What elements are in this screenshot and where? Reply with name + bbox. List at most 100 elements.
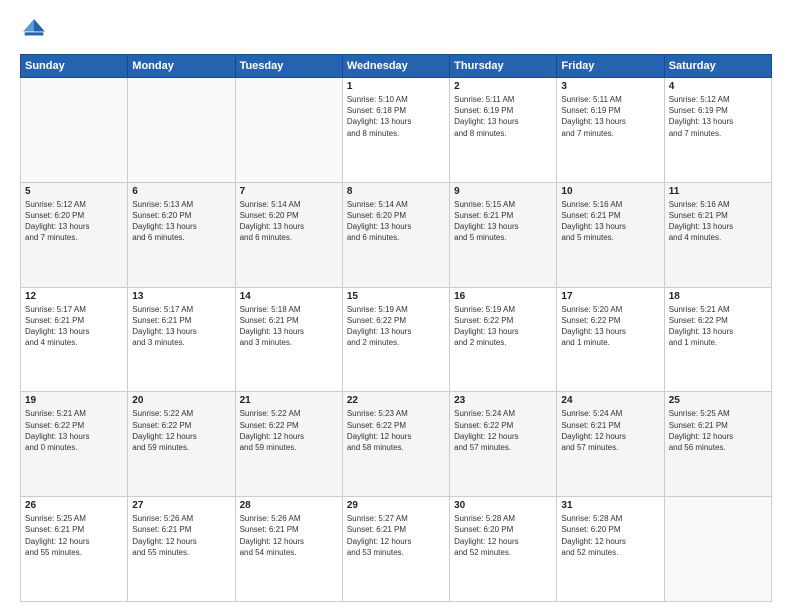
calendar-cell: 22 Sunrise: 5:23 AM Sunset: 6:22 PM Dayli… [342, 392, 449, 497]
cell-content: Sunrise: 5:17 AM Sunset: 6:21 PM Dayligh… [25, 304, 123, 349]
cell-content: Sunrise: 5:20 AM Sunset: 6:22 PM Dayligh… [561, 304, 659, 349]
calendar-cell: 17 Sunrise: 5:20 AM Sunset: 6:22 PM Dayli… [557, 287, 664, 392]
cell-content: Sunrise: 5:22 AM Sunset: 6:22 PM Dayligh… [240, 408, 338, 453]
day-number: 19 [25, 395, 123, 406]
logo [20, 16, 52, 44]
day-number: 6 [132, 186, 230, 197]
calendar-cell: 20 Sunrise: 5:22 AM Sunset: 6:22 PM Dayli… [128, 392, 235, 497]
cell-content: Sunrise: 5:15 AM Sunset: 6:21 PM Dayligh… [454, 199, 552, 244]
day-number: 22 [347, 395, 445, 406]
day-number: 30 [454, 500, 552, 511]
calendar-cell [664, 497, 771, 602]
calendar-cell: 13 Sunrise: 5:17 AM Sunset: 6:21 PM Dayli… [128, 287, 235, 392]
calendar-cell: 23 Sunrise: 5:24 AM Sunset: 6:22 PM Dayli… [450, 392, 557, 497]
day-number: 18 [669, 291, 767, 302]
logo-icon [20, 16, 48, 44]
day-header-thursday: Thursday [450, 55, 557, 78]
day-header-friday: Friday [557, 55, 664, 78]
day-number: 4 [669, 81, 767, 92]
cell-content: Sunrise: 5:10 AM Sunset: 6:18 PM Dayligh… [347, 94, 445, 139]
day-number: 27 [132, 500, 230, 511]
cell-content: Sunrise: 5:11 AM Sunset: 6:19 PM Dayligh… [561, 94, 659, 139]
day-number: 17 [561, 291, 659, 302]
calendar-cell: 5Sunrise: 5:12 AM Sunset: 6:20 PM Daylig… [21, 182, 128, 287]
cell-content: Sunrise: 5:11 AM Sunset: 6:19 PM Dayligh… [454, 94, 552, 139]
day-header-monday: Monday [128, 55, 235, 78]
cell-content: Sunrise: 5:14 AM Sunset: 6:20 PM Dayligh… [240, 199, 338, 244]
day-number: 28 [240, 500, 338, 511]
day-number: 12 [25, 291, 123, 302]
calendar-week-2: 5Sunrise: 5:12 AM Sunset: 6:20 PM Daylig… [21, 182, 772, 287]
day-number: 20 [132, 395, 230, 406]
calendar-cell: 3Sunrise: 5:11 AM Sunset: 6:19 PM Daylig… [557, 78, 664, 183]
day-number: 13 [132, 291, 230, 302]
calendar-cell: 1Sunrise: 5:10 AM Sunset: 6:18 PM Daylig… [342, 78, 449, 183]
header [20, 16, 772, 44]
cell-content: Sunrise: 5:28 AM Sunset: 6:20 PM Dayligh… [454, 513, 552, 558]
cell-content: Sunrise: 5:22 AM Sunset: 6:22 PM Dayligh… [132, 408, 230, 453]
day-number: 26 [25, 500, 123, 511]
cell-content: Sunrise: 5:16 AM Sunset: 6:21 PM Dayligh… [561, 199, 659, 244]
day-number: 23 [454, 395, 552, 406]
day-number: 24 [561, 395, 659, 406]
cell-content: Sunrise: 5:28 AM Sunset: 6:20 PM Dayligh… [561, 513, 659, 558]
day-number: 10 [561, 186, 659, 197]
cell-content: Sunrise: 5:24 AM Sunset: 6:22 PM Dayligh… [454, 408, 552, 453]
cell-content: Sunrise: 5:19 AM Sunset: 6:22 PM Dayligh… [454, 304, 552, 349]
calendar-cell: 8 Sunrise: 5:14 AM Sunset: 6:20 PM Daylig… [342, 182, 449, 287]
calendar-header-row: SundayMondayTuesdayWednesdayThursdayFrid… [21, 55, 772, 78]
calendar-week-4: 19 Sunrise: 5:21 AM Sunset: 6:22 PM Dayli… [21, 392, 772, 497]
calendar-cell: 10 Sunrise: 5:16 AM Sunset: 6:21 PM Dayli… [557, 182, 664, 287]
calendar-cell: 16 Sunrise: 5:19 AM Sunset: 6:22 PM Dayli… [450, 287, 557, 392]
day-number: 25 [669, 395, 767, 406]
cell-content: Sunrise: 5:24 AM Sunset: 6:21 PM Dayligh… [561, 408, 659, 453]
calendar-cell: 12 Sunrise: 5:17 AM Sunset: 6:21 PM Dayli… [21, 287, 128, 392]
cell-content: Sunrise: 5:23 AM Sunset: 6:22 PM Dayligh… [347, 408, 445, 453]
calendar-table: SundayMondayTuesdayWednesdayThursdayFrid… [20, 54, 772, 602]
calendar-week-1: 1Sunrise: 5:10 AM Sunset: 6:18 PM Daylig… [21, 78, 772, 183]
calendar-cell: 31 Sunrise: 5:28 AM Sunset: 6:20 PM Dayli… [557, 497, 664, 602]
calendar-cell: 2 Sunrise: 5:11 AM Sunset: 6:19 PM Daylig… [450, 78, 557, 183]
cell-content: Sunrise: 5:26 AM Sunset: 6:21 PM Dayligh… [240, 513, 338, 558]
cell-content: Sunrise: 5:21 AM Sunset: 6:22 PM Dayligh… [25, 408, 123, 453]
calendar-cell: 9 Sunrise: 5:15 AM Sunset: 6:21 PM Daylig… [450, 182, 557, 287]
cell-content: Sunrise: 5:14 AM Sunset: 6:20 PM Dayligh… [347, 199, 445, 244]
day-header-saturday: Saturday [664, 55, 771, 78]
day-number: 16 [454, 291, 552, 302]
day-number: 5 [25, 186, 123, 197]
calendar-cell: 15Sunrise: 5:19 AM Sunset: 6:22 PM Dayli… [342, 287, 449, 392]
cell-content: Sunrise: 5:12 AM Sunset: 6:19 PM Dayligh… [669, 94, 767, 139]
calendar-cell [128, 78, 235, 183]
day-number: 7 [240, 186, 338, 197]
day-header-tuesday: Tuesday [235, 55, 342, 78]
calendar-cell: 4 Sunrise: 5:12 AM Sunset: 6:19 PM Daylig… [664, 78, 771, 183]
calendar-cell: 6Sunrise: 5:13 AM Sunset: 6:20 PM Daylig… [128, 182, 235, 287]
calendar-cell: 25 Sunrise: 5:25 AM Sunset: 6:21 PM Dayli… [664, 392, 771, 497]
day-number: 14 [240, 291, 338, 302]
calendar-cell [21, 78, 128, 183]
day-number: 21 [240, 395, 338, 406]
cell-content: Sunrise: 5:18 AM Sunset: 6:21 PM Dayligh… [240, 304, 338, 349]
cell-content: Sunrise: 5:26 AM Sunset: 6:21 PM Dayligh… [132, 513, 230, 558]
cell-content: Sunrise: 5:16 AM Sunset: 6:21 PM Dayligh… [669, 199, 767, 244]
calendar-cell: 29 Sunrise: 5:27 AM Sunset: 6:21 PM Dayli… [342, 497, 449, 602]
day-number: 9 [454, 186, 552, 197]
cell-content: Sunrise: 5:21 AM Sunset: 6:22 PM Dayligh… [669, 304, 767, 349]
cell-content: Sunrise: 5:17 AM Sunset: 6:21 PM Dayligh… [132, 304, 230, 349]
calendar-cell [235, 78, 342, 183]
day-number: 8 [347, 186, 445, 197]
calendar-cell: 18 Sunrise: 5:21 AM Sunset: 6:22 PM Dayli… [664, 287, 771, 392]
day-number: 31 [561, 500, 659, 511]
day-number: 2 [454, 81, 552, 92]
day-header-sunday: Sunday [21, 55, 128, 78]
calendar-week-3: 12 Sunrise: 5:17 AM Sunset: 6:21 PM Dayli… [21, 287, 772, 392]
calendar-cell: 19 Sunrise: 5:21 AM Sunset: 6:22 PM Dayli… [21, 392, 128, 497]
cell-content: Sunrise: 5:27 AM Sunset: 6:21 PM Dayligh… [347, 513, 445, 558]
calendar-cell: 7 Sunrise: 5:14 AM Sunset: 6:20 PM Daylig… [235, 182, 342, 287]
calendar-cell: 27 Sunrise: 5:26 AM Sunset: 6:21 PM Dayli… [128, 497, 235, 602]
calendar-cell: 26Sunrise: 5:25 AM Sunset: 6:21 PM Dayli… [21, 497, 128, 602]
cell-content: Sunrise: 5:25 AM Sunset: 6:21 PM Dayligh… [669, 408, 767, 453]
page: SundayMondayTuesdayWednesdayThursdayFrid… [0, 0, 792, 612]
day-number: 29 [347, 500, 445, 511]
day-header-wednesday: Wednesday [342, 55, 449, 78]
